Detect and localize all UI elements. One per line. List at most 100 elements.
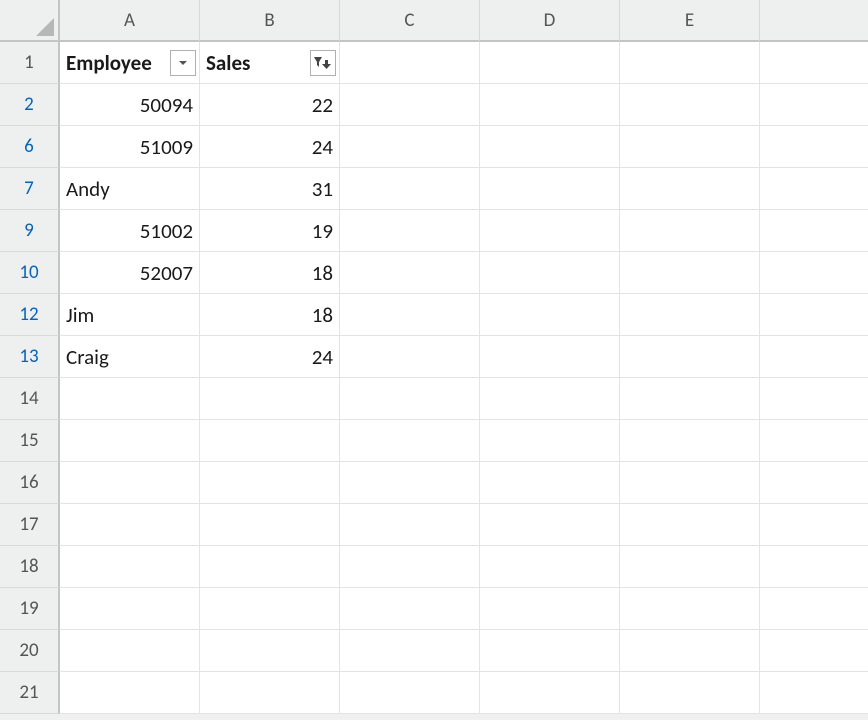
cell[interactable] (340, 546, 480, 588)
row-header-15[interactable]: 15 (0, 420, 60, 462)
cell[interactable] (60, 588, 200, 630)
cell[interactable] (200, 504, 340, 546)
cell[interactable] (340, 126, 480, 168)
row-header-9[interactable]: 9 (0, 210, 60, 252)
row-header-6[interactable]: 6 (0, 126, 60, 168)
data-cell[interactable]: 22 (200, 84, 340, 126)
cell[interactable] (60, 504, 200, 546)
cell[interactable] (340, 588, 480, 630)
row-header-12[interactable]: 12 (0, 294, 60, 336)
row-header-10[interactable]: 10 (0, 252, 60, 294)
cell[interactable] (60, 462, 200, 504)
cell[interactable] (480, 504, 620, 546)
cell[interactable] (340, 252, 480, 294)
filter-button[interactable] (170, 50, 196, 76)
row-header-14[interactable]: 14 (0, 378, 60, 420)
cell[interactable] (760, 336, 868, 378)
cell[interactable] (60, 672, 200, 714)
data-cell[interactable]: Craig (60, 336, 200, 378)
cell[interactable] (340, 378, 480, 420)
cell[interactable] (620, 504, 760, 546)
row-header-16[interactable]: 16 (0, 462, 60, 504)
cell[interactable] (620, 378, 760, 420)
cell[interactable] (760, 672, 868, 714)
cell[interactable] (760, 126, 868, 168)
row-header-17[interactable]: 17 (0, 504, 60, 546)
column-header-A[interactable]: A (60, 0, 200, 42)
cell[interactable] (340, 336, 480, 378)
cell[interactable] (200, 630, 340, 672)
cell[interactable] (480, 672, 620, 714)
cell[interactable] (200, 420, 340, 462)
cell[interactable] (620, 420, 760, 462)
cell[interactable] (480, 588, 620, 630)
header-cell-A[interactable]: Employee (60, 42, 200, 84)
row-header-18[interactable]: 18 (0, 546, 60, 588)
cell[interactable] (760, 84, 868, 126)
cell[interactable] (760, 630, 868, 672)
cell[interactable] (620, 630, 760, 672)
cell[interactable] (480, 42, 620, 84)
cell[interactable] (760, 504, 868, 546)
cell[interactable] (480, 252, 620, 294)
column-header[interactable] (760, 0, 868, 42)
cell[interactable] (200, 588, 340, 630)
column-header-D[interactable]: D (480, 0, 620, 42)
cell[interactable] (340, 42, 480, 84)
row-header-19[interactable]: 19 (0, 588, 60, 630)
cell[interactable] (760, 462, 868, 504)
cell[interactable] (200, 546, 340, 588)
column-header-B[interactable]: B (200, 0, 340, 42)
column-header-C[interactable]: C (340, 0, 480, 42)
cell[interactable] (480, 378, 620, 420)
cell[interactable] (200, 378, 340, 420)
cell[interactable] (760, 252, 868, 294)
row-header-13[interactable]: 13 (0, 336, 60, 378)
data-cell[interactable]: 18 (200, 294, 340, 336)
cell[interactable] (480, 84, 620, 126)
column-header-E[interactable]: E (620, 0, 760, 42)
cell[interactable] (480, 336, 620, 378)
cell[interactable] (200, 672, 340, 714)
cell[interactable] (340, 168, 480, 210)
data-cell[interactable]: 52007 (60, 252, 200, 294)
cell[interactable] (480, 168, 620, 210)
data-cell[interactable]: Jim (60, 294, 200, 336)
cell[interactable] (340, 84, 480, 126)
cell[interactable] (620, 42, 760, 84)
cell[interactable] (480, 294, 620, 336)
data-cell[interactable]: 18 (200, 252, 340, 294)
cell[interactable] (480, 420, 620, 462)
cell[interactable] (200, 462, 340, 504)
cell[interactable] (760, 294, 868, 336)
cell[interactable] (620, 84, 760, 126)
cell[interactable] (340, 672, 480, 714)
cell[interactable] (480, 546, 620, 588)
cell[interactable] (760, 210, 868, 252)
header-cell-B[interactable]: Sales (200, 42, 340, 84)
row-header-1[interactable]: 1 (0, 42, 60, 84)
cell[interactable] (760, 420, 868, 462)
cell[interactable] (620, 672, 760, 714)
cell[interactable] (620, 168, 760, 210)
cell[interactable] (620, 294, 760, 336)
row-header-20[interactable]: 20 (0, 630, 60, 672)
cell[interactable] (620, 252, 760, 294)
data-cell[interactable]: 50094 (60, 84, 200, 126)
cell[interactable] (480, 210, 620, 252)
cell[interactable] (760, 168, 868, 210)
row-header-21[interactable]: 21 (0, 672, 60, 714)
spreadsheet-grid[interactable]: ABCDE1EmployeeSales25009422651009247Andy… (0, 0, 868, 714)
data-cell[interactable]: 51002 (60, 210, 200, 252)
cell[interactable] (480, 126, 620, 168)
row-header-7[interactable]: 7 (0, 168, 60, 210)
data-cell[interactable]: 24 (200, 126, 340, 168)
cell[interactable] (620, 588, 760, 630)
data-cell[interactable]: 51009 (60, 126, 200, 168)
cell[interactable] (60, 420, 200, 462)
cell[interactable] (620, 546, 760, 588)
cell[interactable] (760, 378, 868, 420)
cell[interactable] (60, 630, 200, 672)
cell[interactable] (620, 126, 760, 168)
cell[interactable] (480, 462, 620, 504)
